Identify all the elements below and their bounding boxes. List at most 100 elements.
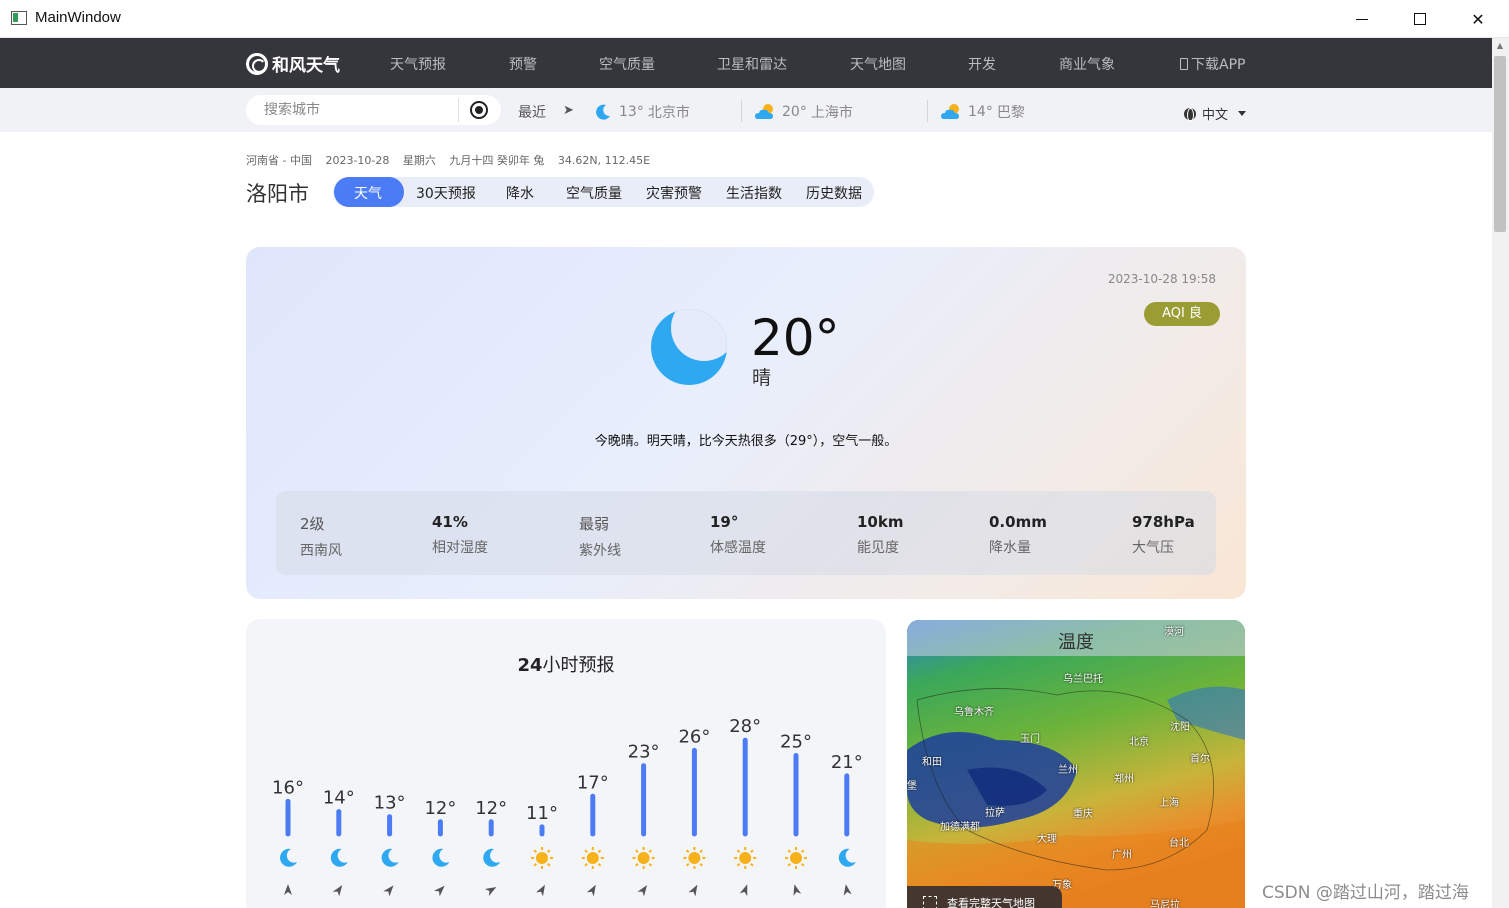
wind-direction-icon (536, 884, 545, 897)
window-title: MainWindow (35, 9, 121, 26)
wind-direction-icon (383, 885, 394, 897)
wind-direction-icon (434, 885, 445, 897)
location-coords: 34.62N, 112.45E (557, 154, 651, 167)
moon-icon (651, 309, 727, 385)
view-full-map-label: 查看完整天气地图 (947, 897, 1035, 908)
map-city-label: 马尼拉 (1150, 900, 1180, 908)
stat-value: 41% (432, 513, 468, 531)
close-icon: ✕ (1471, 9, 1485, 29)
stat-label: 能见度 (857, 540, 899, 556)
wind-direction-icon (739, 884, 748, 897)
wind-direction-icon (284, 884, 292, 895)
view-full-map-button[interactable]: 查看完整天气地图 (907, 886, 1062, 908)
stat-label: 相对湿度 (432, 540, 488, 556)
minimize-icon (1356, 18, 1368, 20)
tab-life-index[interactable]: 生活指数 (726, 183, 782, 203)
location-date: 2023-10-28 (325, 154, 390, 167)
nav-item-business[interactable]: 商业气象 (1059, 54, 1115, 74)
moon-icon (432, 848, 450, 867)
partly-cloudy-icon (941, 104, 959, 119)
recent-city-name: 北京市 (647, 105, 690, 121)
nav-item-air-quality[interactable]: 空气质量 (599, 54, 655, 74)
language-label: 中文 (1202, 108, 1229, 123)
stat-wind: 2级 西南风 (300, 513, 342, 560)
nav-item-download-app[interactable]: 下载APP (1180, 54, 1245, 74)
stat-uv: 最弱 紫外线 (579, 513, 621, 560)
stat-pressure: 978hPa 大气压 (1132, 513, 1195, 557)
window-titlebar: MainWindow ✕ (0, 0, 1509, 38)
scroll-up-icon[interactable]: ▲ (1494, 40, 1506, 52)
phone-icon (1180, 58, 1188, 70)
tab-30day[interactable]: 30天预报 (416, 183, 476, 203)
map-city-label: 乌鲁木齐 (954, 707, 994, 718)
sun-icon (581, 847, 604, 869)
current-temperature: 20° (751, 309, 840, 367)
map-city-label: 上海 (1159, 798, 1179, 809)
sun-icon (683, 847, 706, 869)
wind-direction-icon (843, 884, 852, 896)
logo-icon (246, 52, 268, 75)
wind-direction-icon (484, 887, 497, 896)
location-arrow-icon: ➤ (563, 103, 574, 118)
sun-icon (632, 847, 655, 869)
temp-label: 26° (678, 726, 710, 747)
recent-city-name: 巴黎 (996, 105, 1025, 121)
nav-item-develop[interactable]: 开发 (968, 54, 996, 74)
maximize-button[interactable] (1391, 0, 1449, 38)
temp-label: 21° (831, 752, 863, 773)
moon-icon (280, 848, 297, 867)
tab-precipitation[interactable]: 降水 (506, 183, 534, 203)
tab-air-quality[interactable]: 空气质量 (566, 183, 622, 203)
location-weekday: 星期六 (402, 154, 436, 167)
map-city-label: 重庆 (1073, 809, 1093, 820)
wind-direction-icon (332, 885, 343, 897)
locate-icon[interactable] (470, 101, 488, 119)
map-city-label: 沈阳 (1170, 722, 1190, 733)
minimize-button[interactable] (1333, 0, 1391, 38)
stat-visibility: 10km 能见度 (857, 513, 903, 557)
tab-disaster-warning[interactable]: 灾害预警 (646, 183, 702, 203)
app-icon (11, 11, 27, 25)
recent-city-temp: 14° (968, 104, 993, 120)
recent-city-shanghai[interactable]: 20° 上海市 (754, 102, 853, 122)
search-divider (458, 98, 459, 122)
language-select[interactable]: 中文 (1184, 104, 1247, 123)
nav-item-warning[interactable]: 预警 (509, 54, 537, 74)
recent-city-beijing[interactable]: 13° 北京市 (594, 102, 690, 122)
wind-direction-icon (793, 884, 802, 896)
temp-label: 16° (272, 777, 304, 798)
tab-history[interactable]: 历史数据 (806, 183, 862, 203)
logo-text: 和风天气 (272, 56, 340, 76)
download-label: 下载APP (1191, 57, 1246, 73)
logo[interactable]: 和风天气 (246, 51, 340, 76)
nav-item-forecast[interactable]: 天气预报 (390, 54, 446, 74)
caret-down-icon (1238, 111, 1247, 116)
wind-direction-icon (688, 884, 698, 897)
scrollbar-thumb[interactable] (1494, 56, 1506, 232)
temp-label: 12° (424, 798, 456, 819)
tab-weather[interactable]: 天气 (354, 183, 382, 203)
temp-label: 23° (628, 742, 660, 763)
map-city-label: 乌兰巴托 (1063, 674, 1103, 685)
stat-label: 降水量 (989, 540, 1031, 556)
globe-icon (1184, 107, 1196, 122)
nav-item-satellite-radar[interactable]: 卫星和雷达 (717, 54, 787, 74)
top-nav: 和风天气 天气预报 预警 空气质量 卫星和雷达 天气地图 开发 商业气象 下载A… (0, 38, 1492, 88)
aqi-badge[interactable]: AQI 良 (1144, 302, 1220, 326)
recent-city-paris[interactable]: 14° 巴黎 (940, 102, 1025, 122)
stat-feels-like: 19° 体感温度 (710, 513, 766, 557)
map-city-label: 漠河 (1164, 627, 1184, 638)
temp-label: 14° (323, 788, 355, 809)
search-input[interactable] (264, 102, 444, 118)
moon-icon (483, 848, 501, 867)
temp-label: 17° (577, 772, 609, 793)
moon-icon (330, 848, 348, 867)
wind-direction-icon (637, 885, 648, 897)
map-city-label: 兰州 (1058, 765, 1078, 776)
map-city-label: 和田 (922, 757, 942, 768)
current-weather-card: 2023-10-28 19:58 AQI 良 20° 晴 今晚晴。明天晴，比今天… (246, 247, 1246, 599)
close-button[interactable]: ✕ (1449, 0, 1507, 38)
wind-direction-icon (586, 884, 596, 897)
weather-map-card[interactable]: 温度 漠河 乌兰巴托 乌鲁木齐 沈阳 玉门 北京 首尔 和田 兰州 郑州 拉萨 … (907, 620, 1245, 908)
nav-item-weather-map[interactable]: 天气地图 (850, 54, 906, 74)
